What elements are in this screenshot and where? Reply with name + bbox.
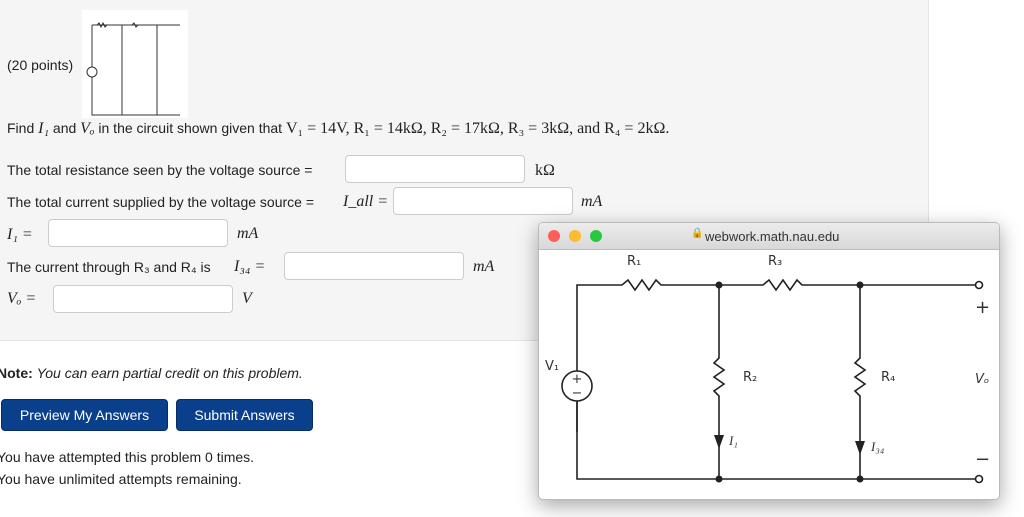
- q2-unit: mA: [581, 193, 603, 210]
- r1-label: R₁: [627, 254, 641, 269]
- preview-answers-button[interactable]: Preview My Answers: [1, 399, 168, 431]
- q3-math: I₁ =: [7, 226, 33, 243]
- circuit-popup-window[interactable]: 🔒 webwork.math.nau.edu + − R₁ R₃ R₂ R₄ V₁…: [538, 222, 1000, 500]
- v1-label: V₁: [545, 359, 559, 374]
- submit-answers-button[interactable]: Submit Answers: [176, 399, 313, 431]
- i34-input[interactable]: [284, 252, 464, 280]
- q1-unit: kΩ: [535, 162, 555, 179]
- r3-label: R₃: [768, 254, 782, 269]
- q2-math: I_all =: [343, 193, 389, 210]
- q5-math: Vₒ =: [7, 290, 37, 307]
- vo-input[interactable]: [53, 285, 233, 313]
- minus-sign: −: [975, 449, 990, 470]
- q1-label: The total resistance seen by the voltage…: [7, 162, 313, 178]
- attempts-remaining: You have unlimited attempts remaining.: [0, 471, 242, 487]
- r2-label: R₂: [743, 370, 757, 385]
- svg-text:−: −: [572, 386, 583, 401]
- q4-math: I₃₄ =: [234, 258, 266, 275]
- q5-unit: V: [242, 290, 252, 307]
- total-current-input[interactable]: [393, 187, 573, 215]
- i1-label: I₁: [728, 433, 738, 448]
- total-resistance-input[interactable]: [345, 155, 525, 183]
- q4-unit: mA: [473, 258, 495, 275]
- vo-label: Vₒ: [975, 372, 989, 387]
- attempts-count: You have attempted this problem 0 times.: [0, 449, 255, 465]
- q2-label: The total current supplied by the voltag…: [7, 194, 315, 210]
- plus-sign: +: [975, 297, 990, 318]
- circuit-diagram: +− R₁ R₃ R₂ R₄ V₁ Vₒ I₁ I₃₄ + −: [545, 254, 990, 484]
- r4-label: R₄: [881, 370, 895, 385]
- svg-text:+: +: [572, 372, 583, 387]
- i34-label: I₃₄: [870, 439, 885, 454]
- q4-label: The current through R₃ and R₄ is: [7, 259, 211, 275]
- q3-unit: mA: [237, 225, 259, 242]
- circuit-thumbnail[interactable]: [82, 10, 188, 118]
- problem-statement: Find I₁ and Vₒ in the circuit shown give…: [7, 120, 670, 137]
- note: Note: You can earn partial credit on thi…: [0, 365, 303, 381]
- points-label: (20 points): [7, 57, 74, 73]
- i1-input[interactable]: [48, 219, 228, 247]
